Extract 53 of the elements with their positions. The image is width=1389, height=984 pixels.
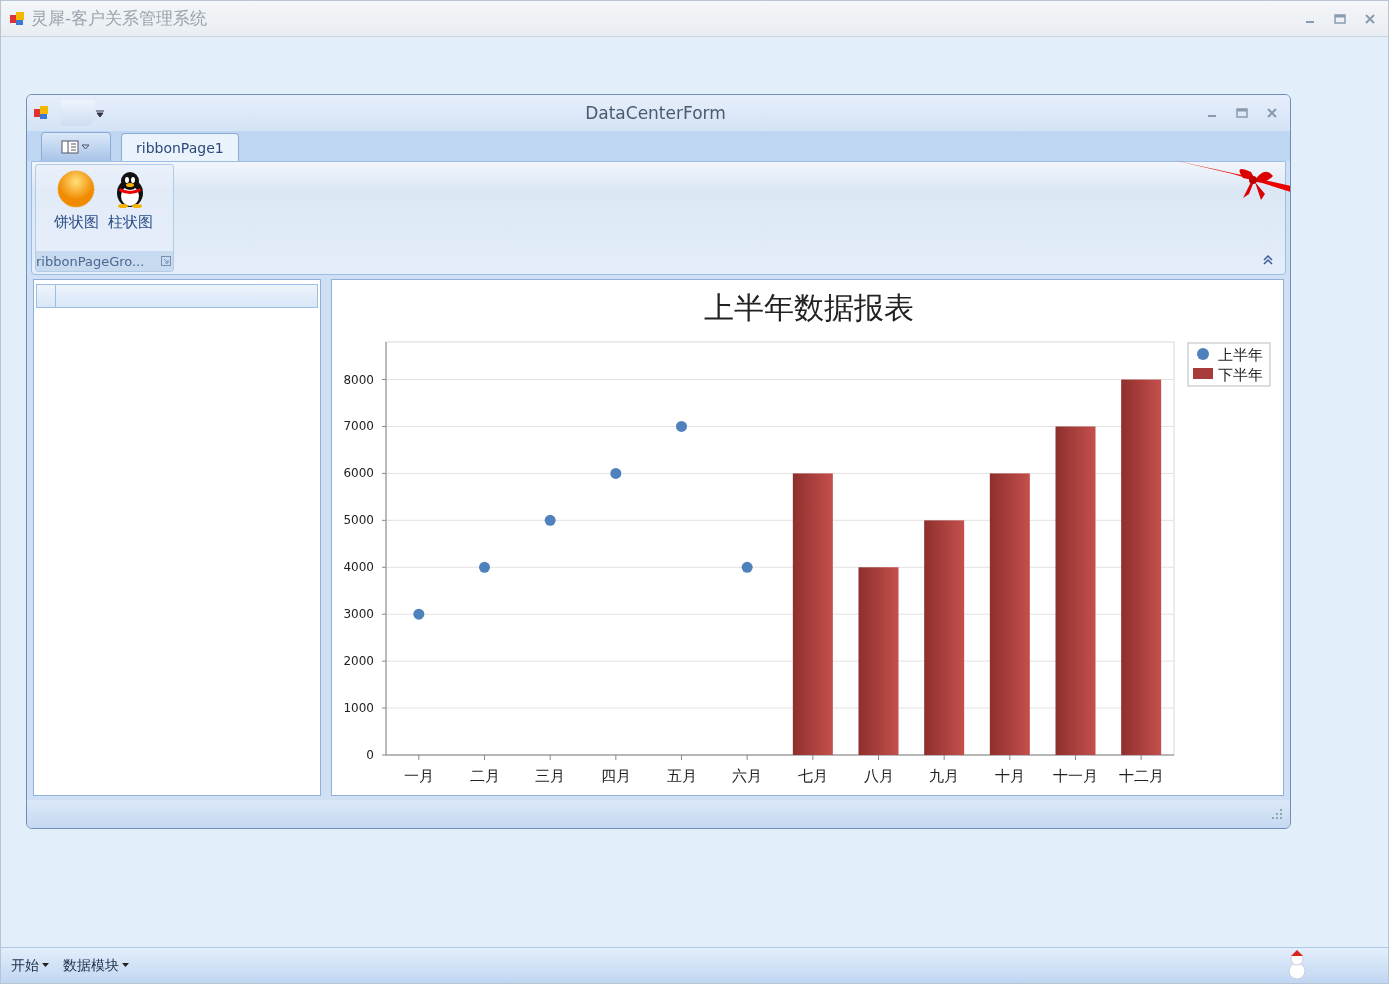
- app-icon: [33, 105, 49, 121]
- x-tick-label: 六月: [732, 767, 763, 785]
- data-point: [544, 514, 556, 526]
- chart-title: 上半年数据报表: [704, 290, 914, 325]
- x-tick-label: 九月: [929, 767, 960, 785]
- app-icon: [9, 10, 25, 27]
- y-tick-label: 2000: [343, 654, 374, 669]
- y-tick-label: 7000: [343, 419, 374, 434]
- data-point: [479, 561, 490, 573]
- x-tick-label: 十二月: [1118, 767, 1164, 785]
- y-tick-label: 0: [366, 748, 374, 762]
- ribbon-button[interactable]: 柱状图: [104, 169, 156, 251]
- group-caption: ribbonPageGro...: [36, 253, 145, 269]
- application-menu-button[interactable]: [41, 132, 111, 161]
- x-tick-label: 二月: [469, 767, 500, 785]
- y-tick-label: 8000: [343, 372, 374, 387]
- caret-icon: [122, 963, 129, 968]
- collapse-ribbon-icon[interactable]: [1263, 254, 1273, 266]
- ball-icon: [56, 169, 96, 209]
- taskbar-menu[interactable]: 开始: [11, 956, 49, 975]
- x-tick-label: 四月: [600, 767, 631, 785]
- form-title: DataCenterForm: [584, 103, 727, 123]
- y-tick-label: 6000: [343, 466, 374, 481]
- y-tick-label: 1000: [343, 701, 374, 716]
- data-point: [741, 561, 753, 573]
- data-point: [676, 421, 687, 432]
- panel-menu-icon: [61, 140, 91, 154]
- legend-label: 上半年: [1218, 346, 1263, 364]
- dialog-launcher-icon[interactable]: [161, 256, 171, 266]
- y-tick-label: 5000: [343, 513, 374, 528]
- data-point: [413, 608, 425, 620]
- y-tick-label: 3000: [343, 607, 374, 622]
- maximize-icon[interactable]: [1334, 12, 1346, 25]
- legend-label: 下半年: [1218, 366, 1263, 384]
- y-tick-label: 4000: [343, 560, 374, 575]
- x-tick-label: 八月: [863, 767, 894, 785]
- x-tick-label: 五月: [666, 767, 697, 785]
- x-tick-label: 十一月: [1053, 767, 1098, 785]
- resize-grip-icon[interactable]: [1272, 809, 1282, 819]
- caret-icon: [42, 963, 49, 968]
- data-point: [610, 467, 622, 479]
- taskbar-menu[interactable]: 数据模块: [63, 956, 129, 975]
- x-tick-label: 十月: [994, 767, 1025, 785]
- close-icon[interactable]: [1266, 107, 1278, 119]
- x-tick-label: 七月: [797, 767, 828, 785]
- maximize-icon[interactable]: [1236, 107, 1248, 119]
- ribbon-button[interactable]: 饼状图: [50, 169, 102, 251]
- dropdown-caret-icon[interactable]: [95, 108, 105, 118]
- close-icon[interactable]: [1364, 12, 1376, 25]
- x-tick-label: 一月: [403, 767, 434, 785]
- ribbon-tab[interactable]: ribbonPage1: [121, 133, 239, 161]
- window-title: 灵犀-客户关系管理系统: [31, 7, 209, 30]
- x-tick-label: 三月: [535, 767, 566, 785]
